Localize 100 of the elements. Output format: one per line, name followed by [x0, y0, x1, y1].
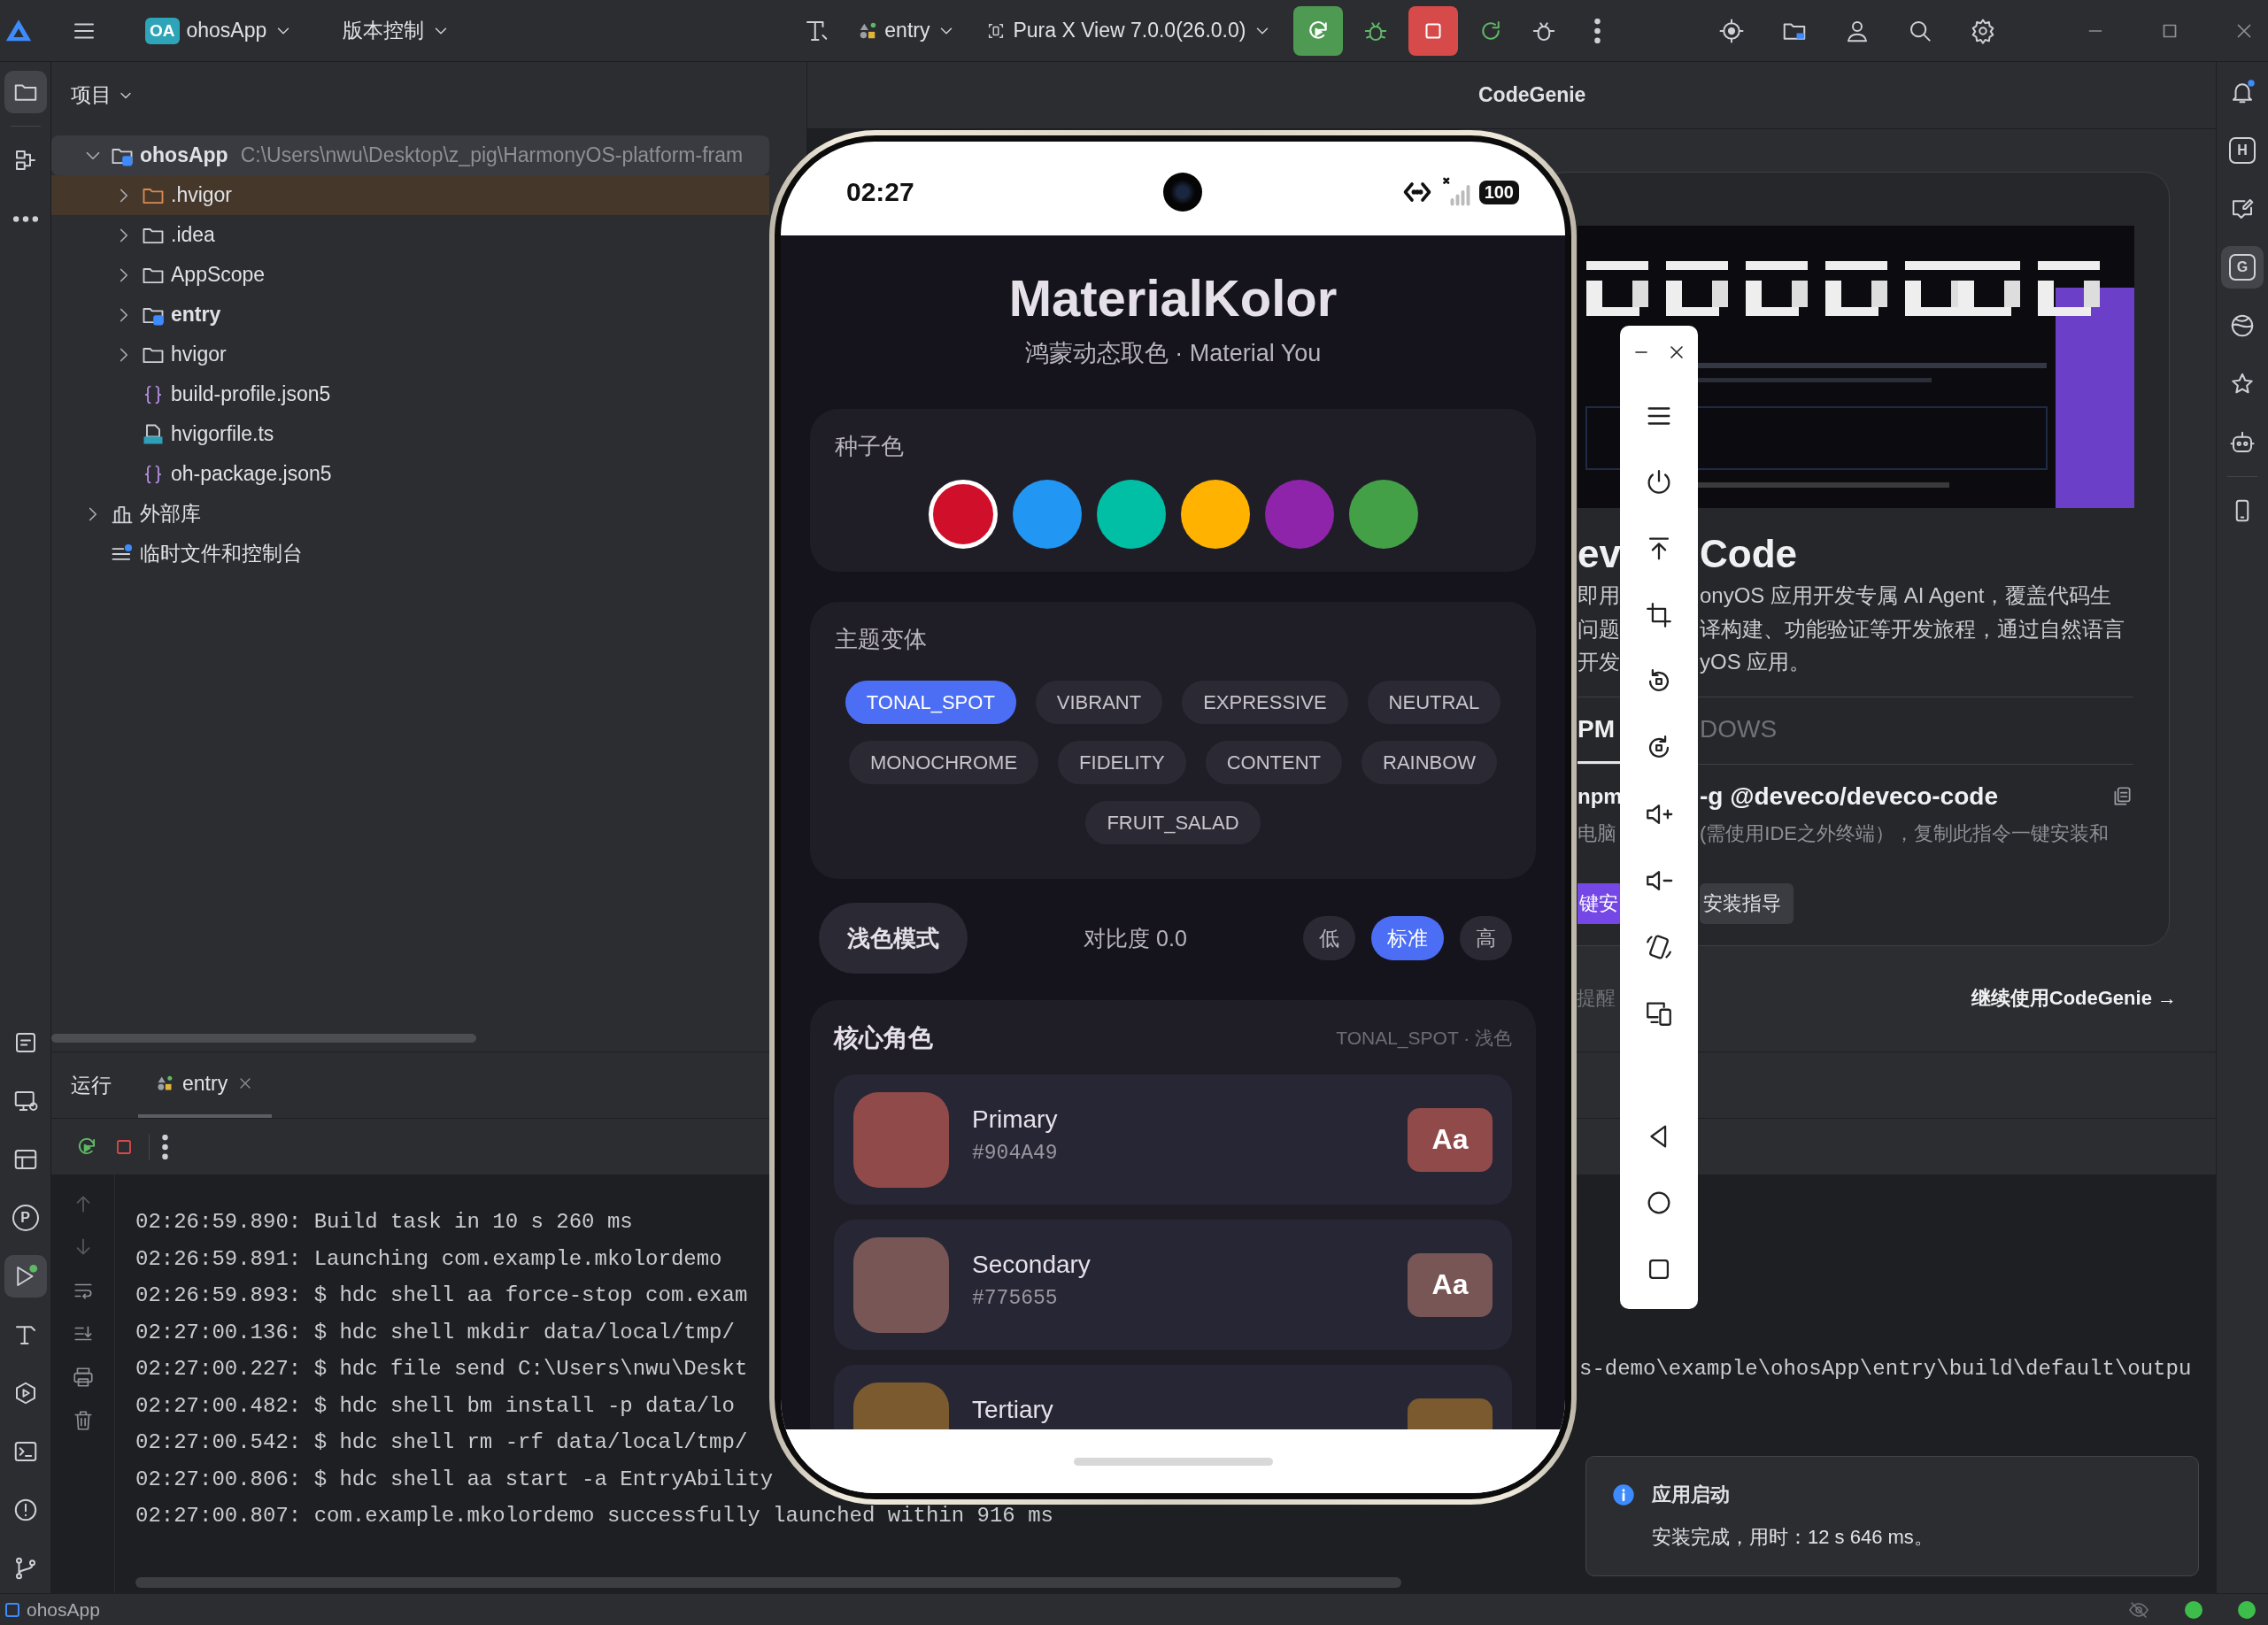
- contrast-option[interactable]: 标准: [1371, 916, 1444, 960]
- description-text: 译构建、功能验证等开发旅程，通过自然语言: [1700, 615, 2125, 643]
- description-text: yOS 应用。: [1700, 649, 1812, 675]
- role-name: Tertiary: [972, 1395, 1054, 1425]
- section-label: 种子色: [835, 432, 905, 460]
- info-icon: [1611, 1483, 1636, 1507]
- clock: 02:27: [846, 177, 915, 207]
- console-line: 02:26:59.891: Launching com.example.mkolordemo: [135, 1246, 722, 1271]
- scrollbar[interactable]: [135, 1577, 1401, 1588]
- project-name[interactable]: ohosApp: [27, 1598, 100, 1621]
- console-line: 02:26:59.893: $ hdc shell aa force-stop com.exam: [135, 1283, 748, 1308]
- variant-chip[interactable]: MONOCHROME: [848, 741, 1039, 784]
- variant-chip[interactable]: EXPRESSIVE: [1182, 681, 1348, 724]
- status-dot: [2238, 1600, 2256, 1619]
- variant-chip[interactable]: VIBRANT: [1035, 681, 1163, 724]
- vcs-menu[interactable]: 版本控制: [334, 9, 460, 52]
- card-heading: ev: [1578, 531, 1622, 577]
- letter-icon: P: [12, 1205, 39, 1231]
- tool-button[interactable]: [4, 1255, 47, 1298]
- tree-item[interactable]: oh-package.json5: [51, 454, 769, 494]
- panel-title: CodeGenie: [1478, 83, 1586, 107]
- console-line: 02:27:00.227: $ hdc file send C:\Users\nwu\Deskt: [135, 1357, 748, 1382]
- letter-icon: H: [2229, 137, 2256, 164]
- device-selector[interactable]: Pura X View 7.0.0(26.0.0): [977, 9, 1282, 52]
- print-icon[interactable]: [71, 1366, 95, 1389]
- console-line: 02:26:59.890: Build task in 10 s 260 ms: [135, 1210, 633, 1235]
- console-line: 02:27:00.807: com.example.mkolordemo successfully launched within 916 ms: [135, 1504, 1053, 1529]
- notification-title: 应用启动: [1652, 1483, 1731, 1507]
- project-selector[interactable]: OA ohosApp: [136, 9, 303, 52]
- section-meta: TONAL_SPOT · 浅色: [1336, 1027, 1512, 1051]
- tree-item[interactable]: build-profile.json5: [51, 374, 769, 414]
- tool-button[interactable]: [4, 71, 47, 113]
- tree-item[interactable]: entry: [51, 295, 769, 335]
- app-title: MaterialKolor: [1007, 268, 1338, 328]
- tool-button[interactable]: P: [4, 1197, 47, 1239]
- panel-title[interactable]: 项目: [71, 81, 112, 109]
- continue-link[interactable]: 继续使用CodeGenie →: [1971, 984, 2177, 1012]
- sample-badge: Aa: [1408, 1107, 1493, 1172]
- globe-icon: [2229, 312, 2256, 339]
- mode-button[interactable]: 浅色模式: [819, 903, 968, 974]
- front-camera: [1163, 173, 1202, 212]
- command-text: npm: [1578, 782, 1624, 810]
- card-heading: Code: [1700, 531, 1798, 577]
- description-text: 即用: [1578, 582, 1621, 609]
- project-icon: [5, 1602, 19, 1617]
- panel-title: 运行: [71, 1072, 112, 1098]
- project-avatar: OA: [145, 17, 180, 44]
- section-title: 核心角色: [834, 1023, 933, 1053]
- console-line: 02:27:00.542: $ hdc shell rm -rf data/local/tmp/: [135, 1430, 748, 1455]
- tree-item[interactable]: 外部库: [51, 494, 769, 534]
- module-icon: [156, 1074, 174, 1092]
- console-line: 02:27:00.482: $ hdc shell bm install -p data/lo: [135, 1393, 735, 1418]
- contrast-option[interactable]: 高: [1460, 916, 1512, 960]
- guide-button[interactable]: 安装指导: [1700, 882, 1794, 924]
- tool-button[interactable]: G: [2221, 246, 2264, 289]
- variant-chip[interactable]: FRUIT_SALAD: [1085, 801, 1261, 844]
- variant-chip[interactable]: CONTENT: [1205, 741, 1342, 784]
- tree-item[interactable]: ohosApp C:\Users\nwu\Desktop\z_pig\HarmonyOS-platform-fram: [51, 135, 769, 175]
- role-name: Secondary: [972, 1250, 1092, 1280]
- description-text: 问题: [1578, 615, 1621, 643]
- scrollbar[interactable]: [51, 1034, 476, 1043]
- sample-badge: Aa: [1408, 1252, 1493, 1317]
- hex-code: #775655: [972, 1287, 1059, 1310]
- hex-code: #904A49: [972, 1142, 1059, 1165]
- tree-item[interactable]: hvigorfile.ts: [51, 414, 769, 454]
- more-icon[interactable]: [162, 1134, 168, 1159]
- tree-item[interactable]: .hvigor: [51, 175, 769, 215]
- description-text: onyOS 应用开发专属 AI Agent，覆盖代码生: [1700, 582, 2113, 609]
- variant-chip[interactable]: FIDELITY: [1058, 741, 1186, 784]
- section-label: 主题变体: [835, 625, 928, 653]
- variant-chip[interactable]: RAINBOW: [1362, 741, 1498, 784]
- more-icon: [12, 215, 38, 222]
- settings-icon[interactable]: [1970, 17, 1996, 44]
- tree-item[interactable]: 临时文件和控制台: [51, 534, 769, 574]
- note-text: (需使用IDE之外终端），复制此指令一键安装和: [1700, 820, 2110, 846]
- description-text: 开发: [1578, 649, 1621, 675]
- tool-button[interactable]: H: [2221, 129, 2264, 172]
- variant-chip[interactable]: TONAL_SPOT: [845, 681, 1016, 724]
- module-icon: [858, 20, 878, 41]
- battery-indicator: 100: [1478, 180, 1519, 204]
- contrast-label: 对比度 0.0: [1083, 924, 1188, 952]
- command-text: -g @deveco/deveco-code: [1700, 781, 1998, 812]
- app-subtitle: 鸿蒙动态取色 · Material You: [1023, 339, 1323, 368]
- run-button[interactable]: [1293, 5, 1344, 56]
- console-line: s-demo\example\ohosApp\entry\build\default\outpu: [1579, 1357, 2192, 1382]
- stop-button[interactable]: [1408, 5, 1459, 56]
- letter-icon: G: [2229, 254, 2256, 281]
- role-name: Primary: [972, 1105, 1059, 1135]
- tree-item[interactable]: hvigor: [51, 335, 769, 374]
- contrast-option[interactable]: 低: [1303, 916, 1355, 960]
- tree-item[interactable]: .idea: [51, 215, 769, 255]
- console-line: 02:27:00.136: $ hdc shell mkdir data/local/tmp/: [135, 1320, 735, 1344]
- path-label: C:\Users\nwu\Desktop\z_pig\HarmonyOS-platform-fram: [240, 143, 744, 167]
- notification-message: 安装完成，用时：12 s 646 ms。: [1652, 1525, 1934, 1550]
- tree-item[interactable]: AppScope: [51, 255, 769, 295]
- target-icon[interactable]: [1718, 17, 1745, 44]
- variant-chip[interactable]: NEUTRAL: [1367, 681, 1501, 724]
- note-text: 电脑: [1578, 820, 1617, 846]
- status-dot: [2185, 1600, 2202, 1619]
- run-config-selector[interactable]: entry: [849, 9, 966, 52]
